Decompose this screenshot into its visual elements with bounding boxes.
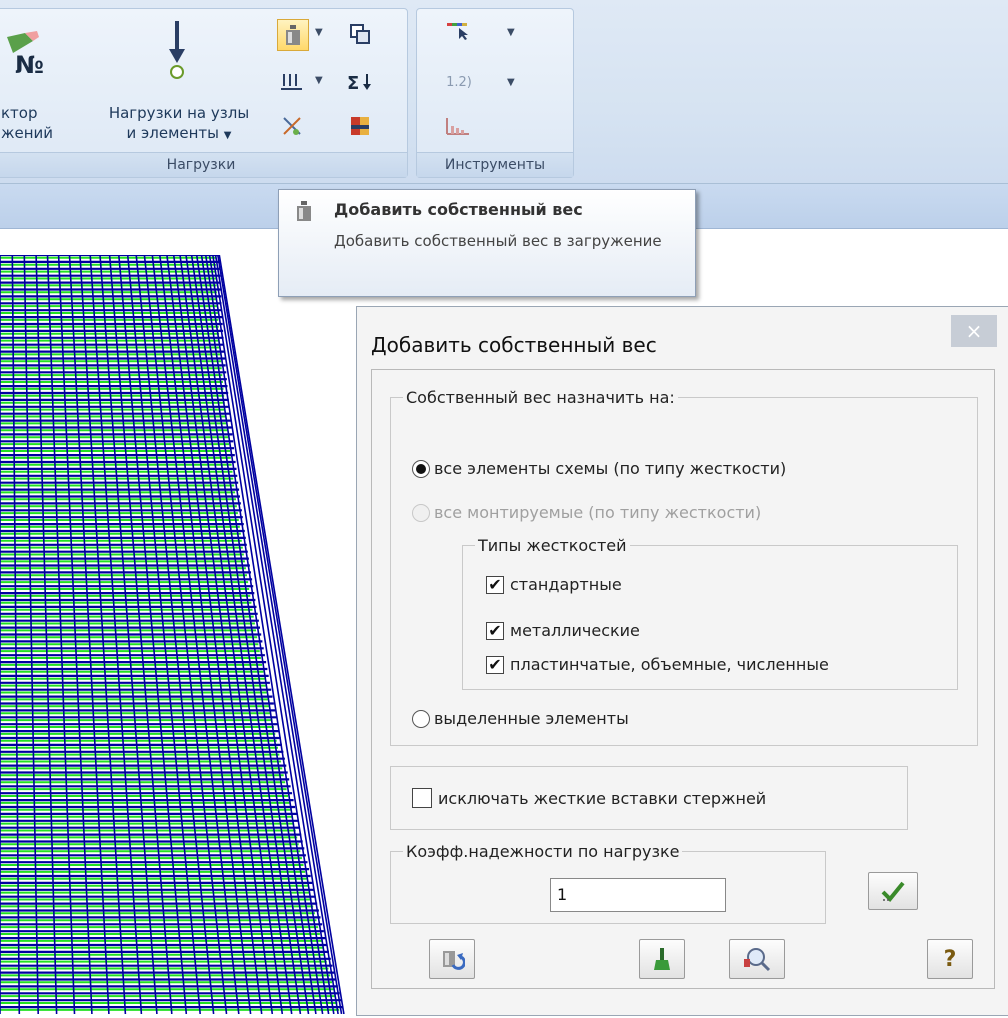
radio-mounted-elements [412,504,430,522]
self-weight-dropdown-icon[interactable]: ▼ [315,27,323,38]
loads-group: № ктор жений Нагрузки на узлы и элементы… [0,8,408,178]
svg-text:Σ: Σ [347,73,359,92]
paint-button[interactable] [639,939,685,979]
delete-loads-icon[interactable] [277,111,307,141]
dropdown-arrow-icon: ▼ [223,130,232,141]
tooltip: Добавить собственный вес Добавить собств… [278,189,696,297]
graph-icon[interactable] [443,111,473,141]
radio-all-elements[interactable] [412,460,430,478]
refresh-weight-button[interactable] [429,939,475,979]
inspect-button[interactable] [729,939,785,979]
checkbox-plate-label[interactable]: пластинчатые, объемные, численные [510,655,829,674]
select-color-icon[interactable] [443,15,473,45]
coefficient-input[interactable]: 1 [550,878,726,912]
close-button[interactable]: × [951,315,997,347]
coefficient-legend: Коэфф.надежности по нагрузке [406,842,680,861]
add-self-weight-dialog: Добавить собственный вес × Собственный в… [356,306,1008,1016]
stiffness-types-legend: Типы жесткостей [478,536,627,555]
radio-selected-elements-label[interactable]: выделенные элементы [434,709,629,728]
checkbox-standard-label[interactable]: стандартные [510,575,622,594]
node-load-icon[interactable] [165,19,189,81]
sum-loads-icon[interactable]: Σ [345,67,375,97]
weight-refresh-icon [443,951,465,970]
tooltip-title: Добавить собственный вес [334,200,583,219]
apply-button[interactable] [868,872,918,910]
brush-icon [654,948,670,970]
distributed-load-icon[interactable] [277,67,307,97]
checkbox-metal[interactable]: ✔ [486,622,504,640]
ribbon: № ктор жений Нагрузки на узлы и элементы… [0,0,1008,184]
distributed-load-dropdown-icon[interactable]: ▼ [315,75,323,86]
assign-group-legend: Собственный вес назначить на: [406,388,675,407]
load-table-icon[interactable] [345,111,375,141]
model-view[interactable] [0,253,350,1018]
checkbox-plate[interactable]: ✔ [486,656,504,674]
checkbox-standard[interactable]: ✔ [486,576,504,594]
radio-all-elements-label[interactable]: все элементы схемы (по типу жесткости) [434,459,786,478]
checkbox-exclude-rigid[interactable] [412,788,432,808]
select-color-dropdown-icon[interactable]: ▼ [507,27,515,38]
radio-mounted-elements-label: все монтируемые (по типу жесткости) [434,503,762,522]
loads-group-label: Нагрузки [0,152,407,177]
help-button[interactable]: ? [927,939,973,979]
numbering-button[interactable]: 1.2) [439,67,479,97]
weight-icon [286,25,300,45]
weight-icon [295,200,313,226]
svg-text:№: № [15,51,43,75]
checkmark-icon [881,881,905,902]
copy-loads-icon[interactable] [345,19,375,49]
mesh-drawing [0,253,345,1015]
load-case-editor-label[interactable]: ктор жений [1,103,53,143]
radio-selected-elements[interactable] [412,710,430,728]
tooltip-description: Добавить собственный вес в загружение [334,232,662,250]
loads-on-nodes-button[interactable]: Нагрузки на узлы и элементы ▼ [89,103,269,146]
dialog-title: Добавить собственный вес [371,333,657,357]
checkbox-exclude-rigid-label[interactable]: исключать жесткие вставки стержней [438,789,766,808]
numbering-dropdown-icon[interactable]: ▼ [507,77,515,88]
dialog-body: Собственный вес назначить на: все элемен… [371,369,995,989]
load-case-editor-icon[interactable]: № [3,31,44,79]
checkbox-metal-label[interactable]: металлические [510,621,640,640]
self-weight-button[interactable] [277,19,309,51]
tools-group: ▼ 1.2) ▼ Инструменты [416,8,574,178]
magnifier-icon [744,948,771,972]
tools-group-label: Инструменты [417,152,573,177]
